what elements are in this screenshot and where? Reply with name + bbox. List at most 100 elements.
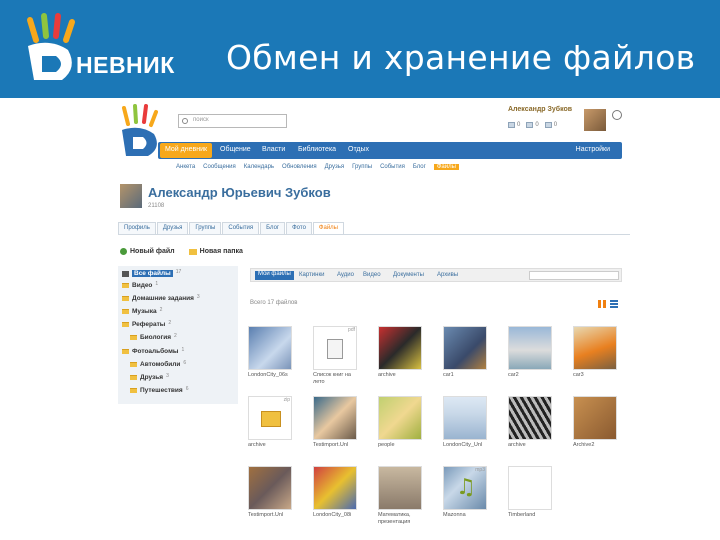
file-item[interactable]: car3 — [573, 326, 625, 379]
subnav-calendar[interactable]: Календарь — [244, 164, 274, 170]
photo-thumb[interactable] — [248, 466, 292, 510]
file-item[interactable]: Testimport.Unl — [313, 396, 365, 449]
tree-item-photoalbums[interactable]: Фотоальбомы 1 — [122, 347, 184, 355]
tree-item-cars[interactable]: Автомобили 6 — [130, 360, 186, 368]
file-name[interactable]: LondonCity_Unl — [443, 442, 493, 449]
tab-pictures[interactable]: Картинки — [299, 272, 324, 278]
file-name[interactable]: Testimport.Unl — [313, 442, 363, 449]
car-photo-thumb[interactable] — [443, 326, 487, 370]
car-photo-thumb[interactable] — [508, 326, 552, 370]
tab-profile[interactable]: Профиль — [118, 222, 156, 234]
pdf-document-icon[interactable]: pdf — [313, 326, 357, 370]
tab-audio[interactable]: Аудио — [337, 272, 354, 278]
photo-thumb[interactable] — [378, 466, 422, 510]
subnav-updates[interactable]: Обновления — [282, 164, 317, 170]
tab-files[interactable]: Файлы — [312, 222, 344, 234]
file-name[interactable]: archive — [248, 442, 298, 449]
tree-item-music[interactable]: Музыка 2 — [122, 307, 162, 315]
file-item[interactable]: mp3 ♫ Mazonna — [443, 466, 495, 519]
car-photo-thumb[interactable] — [573, 326, 617, 370]
tab-documents[interactable]: Документы — [393, 272, 424, 278]
file-name[interactable]: LondonCity_08i — [313, 512, 363, 519]
file-item[interactable]: LondonCity_Unl — [443, 396, 495, 449]
files-search-input[interactable] — [529, 271, 619, 280]
subnav-friends[interactable]: Друзья — [325, 164, 344, 170]
header-avatar[interactable] — [584, 109, 606, 131]
file-name[interactable]: Mazonna — [443, 512, 493, 519]
tree-item-friends[interactable]: Друзья 3 — [130, 373, 169, 381]
zip-archive-icon[interactable]: zip — [248, 396, 292, 440]
subnav-files[interactable]: Файлы — [433, 164, 459, 170]
file-name[interactable]: Testimport.Unl — [248, 512, 298, 519]
file-name[interactable]: LondonCity_06s — [248, 372, 298, 379]
tree-item-essays[interactable]: Рефераты 2 — [122, 320, 171, 328]
file-item[interactable]: pdf Список книг на лето — [313, 326, 365, 385]
events-counter[interactable]: 0 — [544, 122, 557, 128]
file-name[interactable]: Математика, презентация — [378, 512, 428, 525]
tab-video[interactable]: Видео — [363, 272, 381, 278]
tree-item-all[interactable]: Все файлы 17 — [122, 269, 181, 277]
nav-settings[interactable]: Настройки — [576, 146, 610, 153]
subnav-events[interactable]: События — [380, 164, 405, 170]
file-item[interactable]: archive — [378, 326, 430, 379]
file-item[interactable]: LondonCity_08i — [313, 466, 365, 519]
logout-icon[interactable] — [612, 110, 622, 120]
file-name[interactable]: archive — [508, 442, 558, 449]
file-name[interactable]: Список книг на лето — [313, 372, 363, 385]
tree-item-video[interactable]: Видео 1 — [122, 281, 158, 289]
file-item[interactable]: people — [378, 396, 430, 449]
new-file-button[interactable]: Новый файл — [120, 248, 175, 255]
tab-friends[interactable]: Друзья — [156, 222, 189, 234]
presentation-thumb[interactable]: mp3 ♫ — [443, 466, 487, 510]
subnav-blog[interactable]: Блог — [413, 164, 426, 170]
messages-counter[interactable]: 0 — [508, 122, 520, 128]
file-name[interactable]: car1 — [443, 372, 493, 379]
photo-thumb[interactable] — [378, 396, 422, 440]
tab-blog[interactable]: Блог — [260, 222, 286, 234]
file-name[interactable]: car3 — [573, 372, 623, 379]
photo-thumb[interactable] — [313, 466, 357, 510]
photo-thumb[interactable] — [378, 326, 422, 370]
nav-item-leisure[interactable]: Отдых — [348, 146, 369, 153]
file-name[interactable]: car2 — [508, 372, 558, 379]
tab-my-files[interactable]: Мои файлы — [255, 271, 294, 280]
file-name[interactable]: Archive2 — [573, 442, 623, 449]
photo-thumb[interactable] — [443, 396, 487, 440]
new-folder-button[interactable]: Новая папка — [188, 248, 243, 255]
nav-item-diary[interactable]: Мой дневник — [160, 143, 213, 158]
subnav-messages[interactable]: Сообщения — [203, 164, 236, 170]
nav-item-authorities[interactable]: Власти — [262, 146, 285, 153]
header-user-name[interactable]: Александр Зубков — [508, 106, 572, 113]
file-item[interactable]: car1 — [443, 326, 495, 379]
tree-item-biology[interactable]: Биология 2 — [130, 333, 177, 341]
photo-thumb[interactable] — [573, 396, 617, 440]
subnav-profile[interactable]: Анкета — [176, 164, 195, 170]
file-item[interactable]: archive — [508, 396, 560, 449]
nav-item-library[interactable]: Библиотека — [298, 146, 336, 153]
list-view-icon[interactable] — [610, 300, 618, 308]
file-item[interactable]: Математика, презентация — [378, 466, 430, 525]
file-item[interactable]: LondonCity_06s — [248, 326, 300, 379]
file-item[interactable]: Archive2 — [573, 396, 625, 449]
grid-view-icon[interactable] — [598, 300, 606, 308]
tab-events[interactable]: События — [222, 222, 260, 234]
tab-photo[interactable]: Фото — [286, 222, 312, 234]
file-item[interactable]: car2 — [508, 326, 560, 379]
photo-thumb[interactable] — [508, 396, 552, 440]
file-item[interactable]: zip archive — [248, 396, 300, 449]
file-item[interactable]: Testimport.Unl — [248, 466, 300, 519]
tab-groups[interactable]: Группы — [189, 222, 222, 234]
friends-counter[interactable]: 0 — [526, 122, 539, 128]
file-name[interactable]: people — [378, 442, 428, 449]
tree-item-travel[interactable]: Путешествия 6 — [130, 386, 188, 394]
nav-item-communication[interactable]: Общение — [220, 146, 251, 153]
subnav-groups[interactable]: Группы — [352, 164, 372, 170]
tab-archives[interactable]: Архивы — [437, 272, 458, 278]
city-photo-thumb[interactable] — [248, 326, 292, 370]
mp3-audio-icon[interactable] — [508, 466, 552, 510]
search-input[interactable]: поиск — [178, 114, 287, 128]
tree-item-homework[interactable]: Домашние задания 3 — [122, 294, 200, 302]
file-name[interactable]: archive — [378, 372, 428, 379]
photo-thumb[interactable] — [313, 396, 357, 440]
file-item[interactable]: Timberland — [508, 466, 560, 519]
